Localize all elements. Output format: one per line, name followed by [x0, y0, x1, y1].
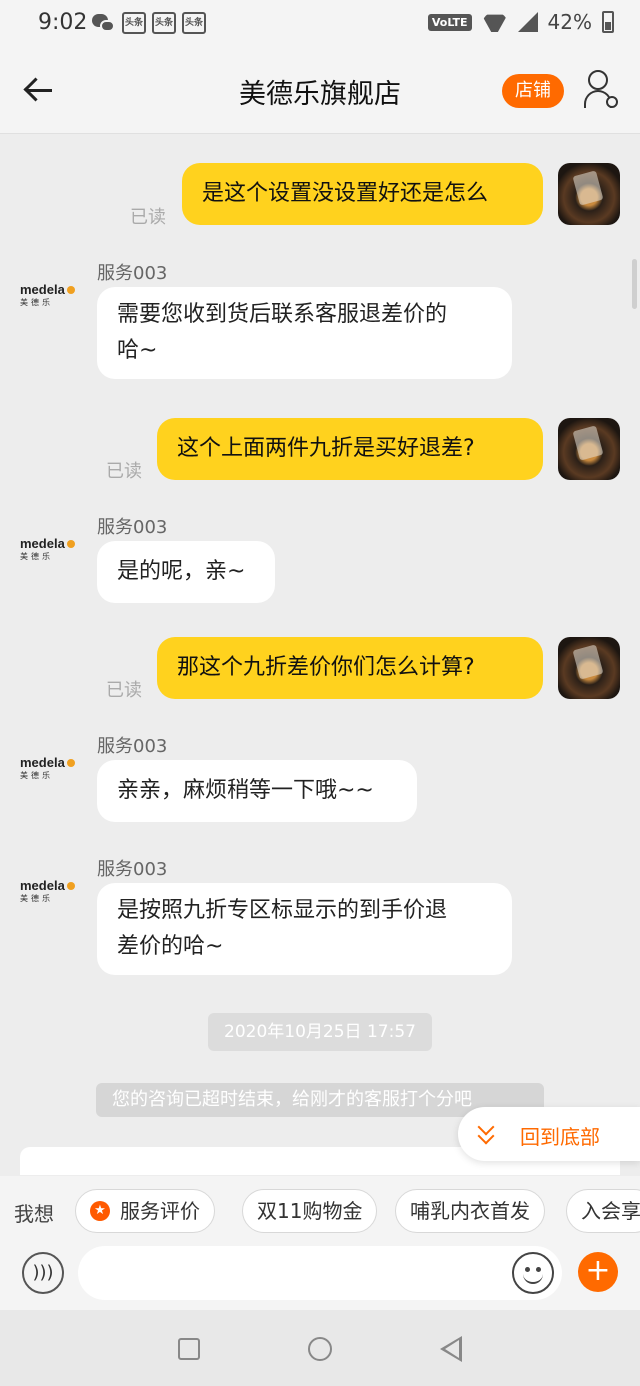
my-avatar[interactable] [558, 163, 620, 225]
chip-label: 服务评价 [120, 1199, 200, 1223]
jump-to-bottom-label: 回到底部 [520, 1125, 600, 1149]
wechat-icon [92, 12, 116, 34]
chip-membership[interactable]: 入会享 [566, 1189, 640, 1233]
system-indicators: VoLTE 42% [427, 10, 614, 34]
agent-message-bubble[interactable]: 是的呢，亲~ [97, 541, 275, 603]
battery-percent: 42% [547, 10, 592, 34]
message-line: 哈~ [117, 338, 158, 363]
logo-mark-icon [66, 539, 75, 548]
home-icon[interactable] [308, 1337, 332, 1361]
logo-word: medela [20, 536, 65, 551]
jump-to-bottom-button[interactable]: 回到底部 [458, 1107, 640, 1161]
toutiao-icon: 头条 [182, 12, 206, 34]
message-line: 是的呢，亲~ [117, 559, 246, 584]
wifi-icon [482, 12, 508, 32]
system-nav-bar [0, 1310, 640, 1386]
agent-name: 服务003 [97, 736, 168, 757]
user-settings-icon[interactable] [584, 70, 620, 110]
chat-header: 美德乐旗舰店 店铺 [0, 48, 640, 134]
chip-nursing-bra[interactable]: 哺乳内衣首发 [395, 1189, 545, 1233]
my-message-bubble[interactable]: 那这个九折差价你们怎么计算? [157, 637, 543, 699]
message-line: 是按照九折专区标显示的到手价退 [117, 898, 448, 923]
logo-cn: 美德乐 [20, 298, 53, 307]
double-chevron-down-icon [476, 1118, 498, 1145]
message-input-bar: ))) + [0, 1246, 640, 1310]
scrollbar-thumb[interactable] [632, 259, 637, 309]
shop-button[interactable]: 店铺 [502, 74, 564, 108]
agent-name: 服务003 [97, 859, 168, 880]
emoji-icon[interactable] [512, 1252, 554, 1294]
message-line: 亲亲，麻烦稍等一下哦~~ [117, 778, 374, 803]
chat-messages[interactable]: 已读 是这个设置没设置好还是怎么 medela 美德乐 服务003 需要您收到货… [0, 135, 640, 1175]
logo-cn: 美德乐 [20, 771, 53, 780]
message-line: 需要您收到货后联系客服退差价的 [117, 302, 448, 327]
signal-icon [517, 12, 538, 32]
logo-word: medela [20, 282, 65, 297]
agent-message-bubble[interactable]: 需要您收到货后联系客服退差价的 哈~ [97, 287, 512, 379]
status-bar: 9:02 头条 头条 头条 VoLTE 42% [0, 0, 640, 48]
logo-word: medela [20, 878, 65, 893]
read-receipt: 已读 [130, 207, 166, 228]
quick-actions-bar: 我想 ★ 服务评价 双11购物金 哺乳内衣首发 入会享 [0, 1176, 640, 1246]
chip-label: 哺乳内衣首发 [410, 1199, 530, 1223]
agent-message-bubble[interactable]: 亲亲，麻烦稍等一下哦~~ [97, 760, 417, 822]
agent-avatar-logo[interactable]: medela 美德乐 [20, 279, 82, 309]
agent-avatar-logo[interactable]: medela 美德乐 [20, 752, 82, 782]
status-time: 9:02 [38, 10, 88, 35]
read-receipt: 已读 [106, 461, 142, 482]
volte-badge: VoLTE [427, 13, 472, 31]
nav-back-icon[interactable] [440, 1336, 462, 1362]
logo-cn: 美德乐 [20, 894, 53, 903]
logo-mark-icon [66, 758, 75, 767]
logo-mark-icon [66, 881, 75, 890]
agent-message-bubble[interactable]: 是按照九折专区标显示的到手价退 差价的哈~ [97, 883, 512, 975]
voice-input-icon[interactable]: ))) [22, 1252, 64, 1294]
rating-star-icon: ★ [90, 1201, 110, 1221]
message-input[interactable] [78, 1246, 562, 1300]
battery-icon [602, 11, 614, 33]
quick-actions-label: 我想 [14, 1202, 54, 1226]
logo-mark-icon [66, 285, 75, 294]
my-message-bubble[interactable]: 是这个设置没设置好还是怎么 [182, 163, 543, 225]
agent-avatar-logo[interactable]: medela 美德乐 [20, 533, 82, 563]
agent-name: 服务003 [97, 263, 168, 284]
date-stamp: 2020年10月25日 17:57 [208, 1013, 432, 1051]
notification-icons: 头条 头条 头条 [92, 12, 206, 34]
agent-avatar-logo[interactable]: medela 美德乐 [20, 875, 82, 905]
toutiao-icon: 头条 [122, 12, 146, 34]
logo-cn: 美德乐 [20, 552, 53, 561]
my-avatar[interactable] [558, 637, 620, 699]
agent-name: 服务003 [97, 517, 168, 538]
plus-icon[interactable]: + [578, 1252, 618, 1292]
chip-service-rating[interactable]: ★ 服务评价 [75, 1189, 215, 1233]
read-receipt: 已读 [106, 680, 142, 701]
recent-apps-icon[interactable] [178, 1338, 200, 1360]
message-line: 差价的哈~ [117, 934, 224, 959]
my-avatar[interactable] [558, 418, 620, 480]
toutiao-icon: 头条 [152, 12, 176, 34]
chip-label: 入会享 [581, 1199, 640, 1223]
chip-double11[interactable]: 双11购物金 [242, 1189, 378, 1233]
my-message-bubble[interactable]: 这个上面两件九折是买好退差? [157, 418, 543, 480]
chip-label: 双11购物金 [257, 1199, 363, 1223]
logo-word: medela [20, 755, 65, 770]
